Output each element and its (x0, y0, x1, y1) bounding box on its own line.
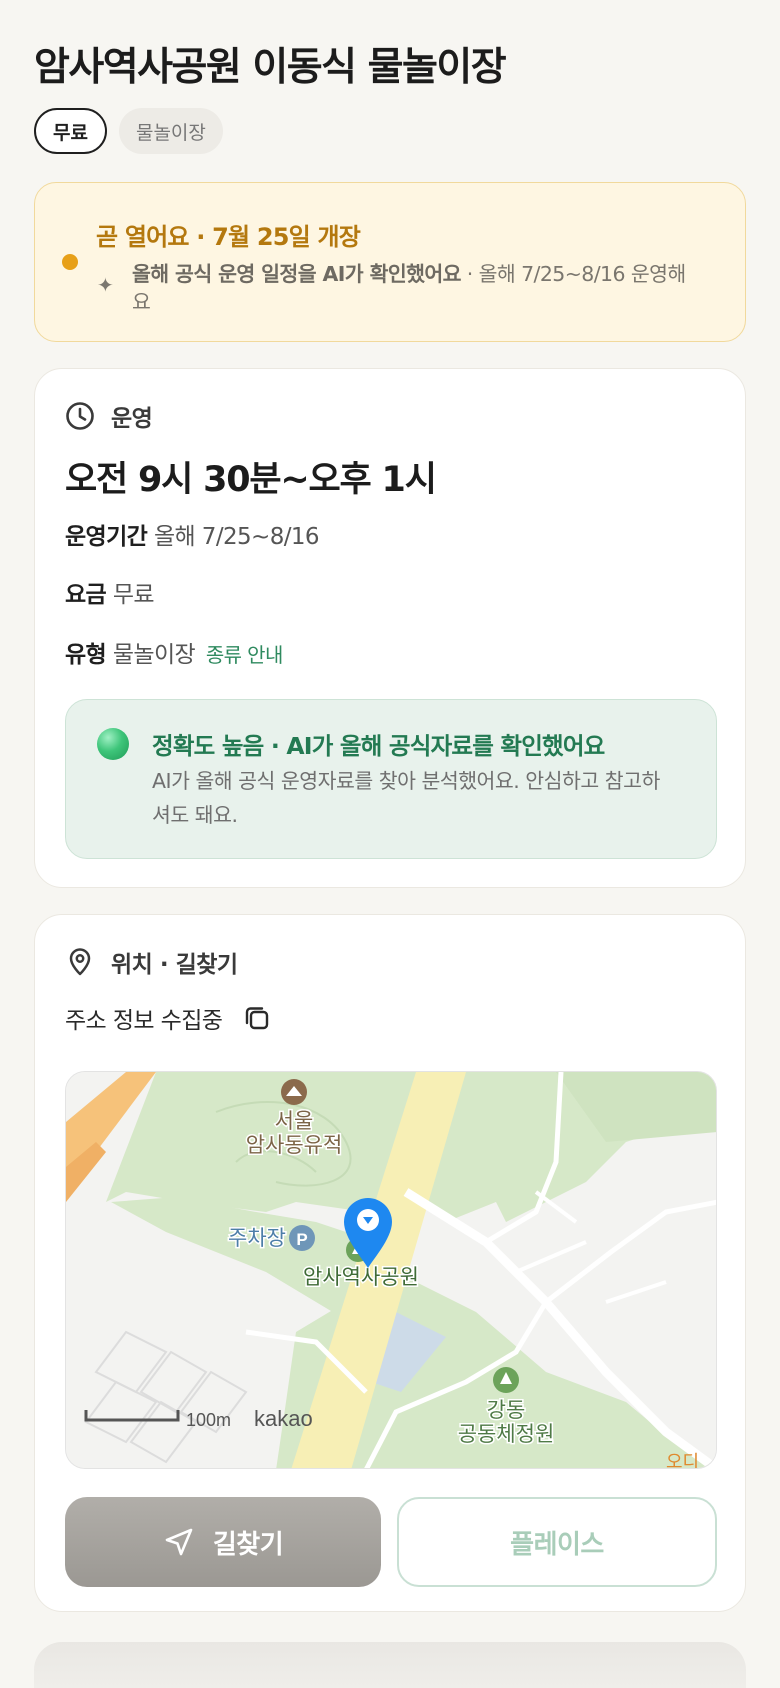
notice-title: 곧 열어요 · 7월 25일 개장 (96, 223, 361, 251)
type-key: 유형 (65, 642, 107, 668)
accuracy-panel: 정확도 높음 · AI가 올해 공식자료를 확인했어요 AI가 올해 공식 운영… (65, 699, 717, 859)
fee-key: 요금 (65, 582, 107, 608)
ai-orb-icon (97, 728, 129, 760)
heritage-label-line2: 암사동유적 (246, 1134, 343, 1157)
next-card-peek (34, 1642, 746, 1688)
notice-ai-label: 올해 공식 운영 일정을 AI가 확인했어요 (132, 262, 461, 286)
edge-label: 오디 (666, 1452, 699, 1469)
fee-value: 무료 (112, 582, 155, 608)
status-dot-icon (62, 254, 78, 270)
place-button[interactable]: 플레이스 (397, 1497, 717, 1587)
parking-symbol: P (296, 1230, 307, 1249)
operating-hours: 오전 9시 30분~오후 1시 (65, 460, 437, 500)
location-section-label: 위치 · 길찾기 (111, 952, 238, 978)
accuracy-title: 정확도 높음 · AI가 올해 공식자료를 확인했어요 (152, 732, 605, 760)
location-card: 위치 · 길찾기 주소 정보 수집중 서울 암사동유적 주차장 P 암사역사공원… (34, 914, 746, 1612)
copy-icon[interactable] (242, 1003, 272, 1033)
park-label: 암사역사공원 (303, 1266, 419, 1289)
location-header: 위치 · 길찾기 (65, 945, 238, 979)
fee-row: 요금 무료 (65, 575, 155, 609)
map-brand: kakao (254, 1406, 313, 1431)
place-label: 플레이스 (510, 1529, 604, 1560)
garden-label-line2: 공동체정원 (458, 1423, 555, 1446)
navigation-arrow-icon (163, 1526, 195, 1558)
notice-detail: 올해 공식 운영 일정을 AI가 확인했어요 · 올해 7/25~8/16 운영… (132, 260, 692, 316)
period-value: 올해 7/25~8/16 (153, 524, 320, 550)
accuracy-text: AI가 올해 공식 운영자료를 찾아 분석했어요. 안심하고 참고하셔도 돼요. (152, 769, 660, 827)
parking-label: 주차장 (228, 1227, 286, 1250)
address-text: 주소 정보 수집중 (65, 1008, 223, 1034)
heritage-label-line1: 서울 (275, 1110, 314, 1133)
price-chip[interactable]: 무료 (34, 108, 107, 154)
type-value: 물놀이장 (112, 642, 196, 668)
directions-button[interactable]: 길찾기 (65, 1497, 381, 1587)
scale-label: 100m (186, 1410, 231, 1430)
sparkle-icon: ✦ (97, 273, 114, 297)
opening-notice: 곧 열어요 · 7월 25일 개장 ✦ 올해 공식 운영 일정을 AI가 확인했… (34, 182, 746, 342)
hours-section-label: 운영 (111, 406, 153, 432)
address-row: 주소 정보 수집중 (65, 1001, 272, 1035)
place-detail-page: 암사역사공원 이동식 물놀이장 무료 물놀이장 곧 열어요 · 7월 25일 개… (0, 0, 780, 1688)
type-row: 유형 물놀이장 종류 안내 (65, 635, 283, 669)
map-canvas: 서울 암사동유적 주차장 P 암사역사공원 강동 공동체정원 오디 100m k… (66, 1072, 716, 1469)
map-pin-icon (65, 947, 95, 977)
garden-label-line1: 강동 (487, 1399, 526, 1422)
hours-card: 운영 오전 9시 30분~오후 1시 운영기간 올해 7/25~8/16 요금 … (34, 368, 746, 888)
hours-header: 운영 (65, 399, 153, 433)
directions-label: 길찾기 (212, 1529, 284, 1560)
clock-icon (65, 401, 95, 431)
type-chip[interactable]: 물놀이장 (118, 108, 223, 154)
period-row: 운영기간 올해 7/25~8/16 (65, 517, 320, 551)
page-title: 암사역사공원 이동식 물놀이장 (34, 45, 507, 90)
tag-chips: 무료 물놀이장 (34, 108, 223, 154)
period-key: 운영기간 (65, 524, 148, 550)
location-map[interactable]: 서울 암사동유적 주차장 P 암사역사공원 강동 공동체정원 오디 100m k… (65, 1071, 717, 1469)
type-guide-link[interactable]: 종류 안내 (206, 643, 284, 667)
